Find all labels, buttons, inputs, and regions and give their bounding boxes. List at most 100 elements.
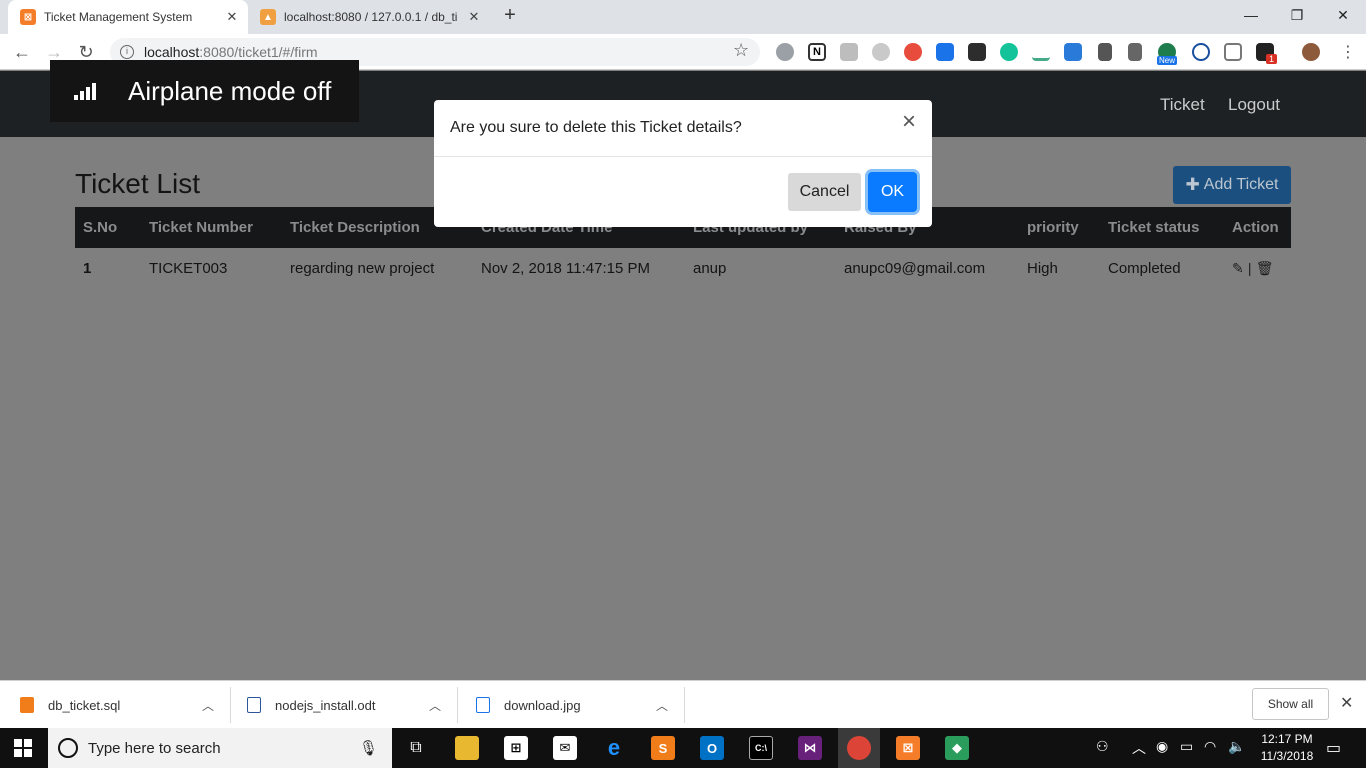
close-icon[interactable]: ✕ — [464, 9, 484, 25]
store-icon[interactable]: ⊞ — [504, 736, 528, 760]
col-sno: S.No — [83, 219, 118, 236]
record-icon[interactable]: ◉ — [1156, 738, 1168, 755]
chevron-up-icon[interactable]: ︿ — [202, 697, 214, 714]
chrome-icon[interactable] — [847, 736, 871, 760]
back-icon[interactable]: ← — [10, 40, 34, 64]
taskbar-clock[interactable]: 12:17 PM 11/3/2018 — [1252, 731, 1322, 765]
page-title: Ticket List — [75, 168, 200, 199]
picker-extension-icon[interactable] — [1098, 43, 1112, 61]
col-status: Ticket status — [1108, 219, 1200, 236]
grid-extension-icon[interactable] — [1224, 43, 1242, 61]
chart-extension-icon[interactable] — [1032, 43, 1050, 61]
wifi-icon[interactable]: ◠ — [1204, 738, 1216, 755]
clock-date: 11/3/2018 — [1260, 749, 1314, 763]
trash-icon[interactable]: 🗑 — [1256, 260, 1274, 276]
new-badge: New — [1157, 56, 1178, 65]
divider — [457, 687, 458, 723]
edit-icon[interactable]: ✎ — [1232, 260, 1244, 276]
image-file-icon — [476, 697, 490, 713]
bulb-extension-icon[interactable] — [872, 43, 890, 61]
skype-extension-icon[interactable] — [776, 43, 794, 61]
tab-title: Ticket Management System — [44, 10, 193, 24]
clock-time: 12:17 PM — [1261, 732, 1313, 746]
notification-center-icon[interactable]: ▭ — [1326, 738, 1341, 758]
chevron-up-icon[interactable]: ︿ — [1132, 738, 1146, 758]
cell-status: Completed — [1108, 259, 1181, 277]
nav-link-logout[interactable]: Logout — [1228, 95, 1280, 115]
cell-sno: 1 — [83, 259, 92, 277]
download-item[interactable]: download.jpg ︿ — [476, 681, 684, 729]
close-icon[interactable]: × — [902, 110, 916, 134]
browser-tabstrip: ⊠ Ticket Management System ✕ ▲ localhost… — [0, 0, 1366, 34]
sync-extension-icon[interactable] — [1192, 43, 1210, 61]
ok-button[interactable]: OK — [868, 172, 917, 212]
sublime-icon[interactable]: S — [651, 736, 675, 760]
visual-studio-icon[interactable]: ⋈ — [798, 736, 822, 760]
new-tab-button[interactable]: + — [498, 4, 522, 28]
download-filename: download.jpg — [504, 697, 581, 713]
modal-header: Are you sure to delete this Ticket detai… — [434, 100, 932, 157]
toast-text: Airplane mode off — [128, 75, 332, 106]
task-view-icon[interactable]: ⧉ — [404, 736, 428, 760]
screenshot-extension-icon[interactable] — [1064, 43, 1082, 61]
phpmyadmin-icon: ▲ — [260, 9, 276, 25]
xampp-icon: ⊠ — [20, 9, 36, 25]
download-item[interactable]: nodejs_install.odt ︿ — [247, 681, 457, 729]
windows-taskbar: Type here to search 🎙 ⧉ ⊞ ✉ e S O C:\ ⋈ … — [0, 728, 1366, 768]
window-close-button[interactable]: ✕ — [1320, 0, 1366, 30]
col-priority: priority — [1027, 219, 1079, 236]
word-file-icon — [247, 697, 261, 713]
outlook-icon[interactable]: O — [700, 736, 724, 760]
dots-extension-icon[interactable] — [968, 43, 986, 61]
action-separator: | — [1247, 259, 1252, 276]
cell-action: ✎ | 🗑 — [1224, 248, 1291, 288]
col-ticket-number: Ticket Number — [149, 219, 253, 236]
notification-count-badge: 1 — [1266, 54, 1278, 64]
red-circle-extension-icon[interactable] — [904, 43, 922, 61]
battery-icon[interactable]: ▭ — [1180, 738, 1193, 755]
divider — [684, 687, 685, 723]
edge-icon[interactable]: e — [602, 735, 626, 760]
bookmark-star-icon[interactable]: ☆ — [733, 40, 749, 61]
plus-extension-icon[interactable] — [936, 43, 954, 61]
file-explorer-icon[interactable] — [455, 736, 479, 760]
cell-raised-by: anupc09@gmail.com — [844, 259, 986, 277]
show-all-button[interactable]: Show all — [1252, 688, 1329, 720]
minimize-button[interactable]: — — [1228, 0, 1274, 30]
tab-phpmyadmin[interactable]: ▲ localhost:8080 / 127.0.0.1 / db_ti ✕ — [250, 0, 490, 34]
people-icon[interactable]: ⚇ — [1096, 738, 1109, 755]
nav-link-ticket[interactable]: Ticket — [1160, 95, 1205, 115]
search-placeholder: Type here to search — [88, 739, 221, 757]
taskbar-search-input[interactable]: Type here to search 🎙 — [48, 728, 392, 768]
menu-kebab-icon[interactable]: ⋮ — [1340, 42, 1356, 62]
url-host: localhost — [144, 44, 200, 60]
add-ticket-button[interactable]: ✚ Add Ticket — [1173, 166, 1291, 204]
mail-icon[interactable]: ✉ — [553, 736, 577, 760]
git-icon[interactable]: ◆ — [945, 736, 969, 760]
tab-ticket-management[interactable]: ⊠ Ticket Management System ✕ — [8, 0, 248, 34]
col-action: Action — [1232, 219, 1279, 236]
close-icon[interactable]: ✕ — [222, 9, 242, 25]
chevron-up-icon[interactable]: ︿ — [656, 697, 668, 714]
info-icon[interactable]: i — [120, 45, 134, 59]
notion-extension-icon[interactable]: N — [808, 43, 826, 61]
add-ticket-label: Add Ticket — [1203, 176, 1279, 193]
windows-start-icon[interactable] — [14, 739, 32, 757]
plus-icon: ✚ — [1185, 175, 1200, 194]
avatar[interactable] — [1302, 43, 1320, 61]
cortana-icon — [58, 738, 78, 758]
g-extension-icon[interactable] — [840, 43, 858, 61]
terminal-icon[interactable]: C:\ — [749, 736, 773, 760]
modal-title: Are you sure to delete this Ticket detai… — [450, 119, 742, 136]
xampp-icon[interactable]: ⊠ — [896, 736, 920, 760]
chevron-up-icon[interactable]: ︿ — [429, 697, 441, 714]
cancel-button[interactable]: Cancel — [788, 173, 861, 211]
close-icon[interactable]: ✕ — [1340, 693, 1353, 713]
restore-button[interactable]: ❐ — [1274, 0, 1320, 30]
tab-title: localhost:8080 / 127.0.0.1 / db_ti — [284, 10, 458, 24]
microphone-icon[interactable]: 🎙 — [359, 739, 378, 757]
grammarly-extension-icon[interactable] — [1000, 43, 1018, 61]
volume-icon[interactable]: 🔈 — [1228, 738, 1245, 755]
eyedropper-extension-icon[interactable] — [1128, 43, 1142, 61]
download-item[interactable]: db_ticket.sql ︿ — [20, 681, 230, 729]
